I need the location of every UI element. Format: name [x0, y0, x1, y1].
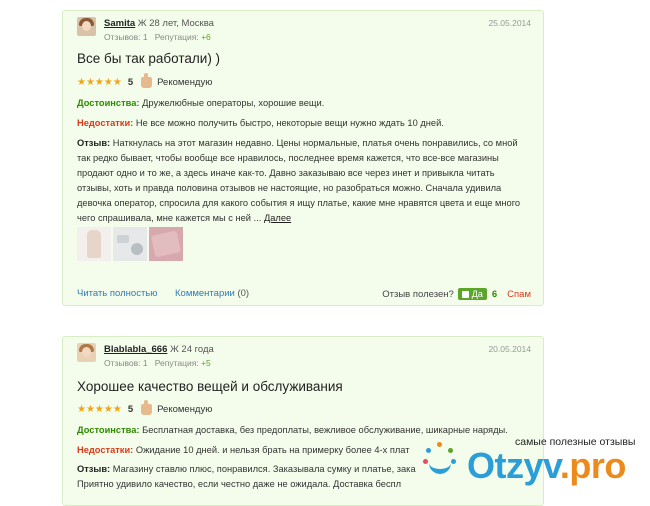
otzyv-logo-icon [423, 442, 457, 482]
brand-dot: . [559, 445, 570, 486]
thumbs-up-icon [141, 400, 153, 415]
review-header: Samita Ж 28 лет, Москва Отзывов: 1 Репут… [77, 17, 531, 45]
reputation-value: +5 [201, 358, 211, 368]
rating-score: 5 [127, 404, 134, 415]
recommend-label: Рекомендую [157, 404, 213, 415]
username-link[interactable]: Blablabla_666 [104, 344, 167, 355]
helpful-count: 6 [491, 288, 498, 300]
otzyv-watermark: самые полезные отзывы Otzyv.pro [415, 432, 650, 489]
helpful-label: Отзыв полезен? [382, 288, 454, 300]
pros-row: Достоинства: Дружелюбные операторы, хоро… [77, 96, 531, 111]
pros-label: Достоинства: [77, 425, 140, 435]
reviews-count: Отзывов: 1 [104, 32, 148, 42]
review-card: Samita Ж 28 лет, Москва Отзывов: 1 Репут… [62, 10, 544, 306]
reputation-label: Репутация: [154, 358, 199, 368]
review-title[interactable]: Хорошее качество вещей и обслуживания [77, 379, 343, 394]
read-full-link[interactable]: Читать полностью [77, 288, 157, 299]
watermark-brand: Otzyv.pro [467, 446, 626, 486]
review-header: Blablabla_666 Ж 24 года Отзывов: 1 Репут… [77, 343, 531, 371]
pros-label: Достоинства: [77, 98, 140, 108]
comments-label: Комментарии [175, 288, 235, 299]
review-title[interactable]: Все бы так работали) ) [77, 51, 220, 66]
helpful-yes-button[interactable]: Да [457, 288, 487, 300]
comments-link[interactable]: Комментарии (0) [175, 288, 249, 299]
cons-row: Недостатки: Не все можно получить быстро… [77, 116, 531, 131]
cons-text: Ожидание 10 дней. и нельзя брать на прим… [135, 445, 410, 455]
recommend-label: Рекомендую [157, 77, 213, 88]
yes-label: Да [471, 289, 483, 299]
comments-count: (0) [237, 288, 250, 299]
rating-score: 5 [127, 77, 134, 88]
avatar[interactable] [77, 343, 96, 362]
more-link[interactable]: Далее [264, 213, 291, 223]
spam-link[interactable]: Спам [507, 289, 531, 300]
user-meta: Ж 28 лет, Москва [137, 18, 214, 29]
username-link[interactable]: Samita [104, 18, 135, 29]
thumbs-up-icon [141, 73, 153, 88]
cons-label: Недостатки: [77, 118, 134, 128]
user-meta: Ж 24 года [170, 344, 214, 355]
rating-stars: ★★★★★ [77, 77, 122, 88]
rating-row: ★★★★★ 5 Рекомендую [77, 73, 213, 88]
cons-text: Не все можно получить быстро, некоторые … [135, 118, 444, 128]
photo-thumbnail[interactable] [113, 227, 147, 261]
avatar[interactable] [77, 17, 96, 36]
reputation-label: Репутация: [154, 32, 199, 42]
review-date: 25.05.2014 [488, 18, 531, 28]
brand-name: Otzyv [467, 445, 560, 486]
pros-text: Дружелюбные операторы, хорошие вещи. [142, 98, 325, 108]
photo-thumbnail[interactable] [149, 227, 183, 261]
reviews-count: Отзывов: 1 [104, 358, 148, 368]
body-label: Отзыв: [77, 138, 111, 148]
review-photos [77, 227, 183, 261]
rating-row: ★★★★★ 5 Рекомендую [77, 400, 213, 415]
thumbs-up-icon [461, 290, 469, 298]
brand-tld: pro [569, 445, 626, 486]
reputation-value: +6 [201, 32, 211, 42]
cons-label: Недостатки: [77, 445, 134, 455]
review-body: Отзыв: Наткнулась на этот магазин недавн… [77, 136, 531, 226]
body-text: Магазину ставлю плюс, понравился. Заказы… [112, 464, 416, 474]
rating-stars: ★★★★★ [77, 404, 122, 415]
review-footer: Читать полностью Комментарии (0) Отзыв п… [77, 288, 531, 300]
photo-thumbnail[interactable] [77, 227, 111, 261]
body-label: Отзыв: [77, 464, 111, 474]
review-date: 20.05.2014 [488, 344, 531, 354]
helpful-block: Отзыв полезен? Да 6 Спам [382, 288, 531, 300]
body-text: Наткнулась на этот магазин недавно. Цены… [77, 138, 521, 223]
